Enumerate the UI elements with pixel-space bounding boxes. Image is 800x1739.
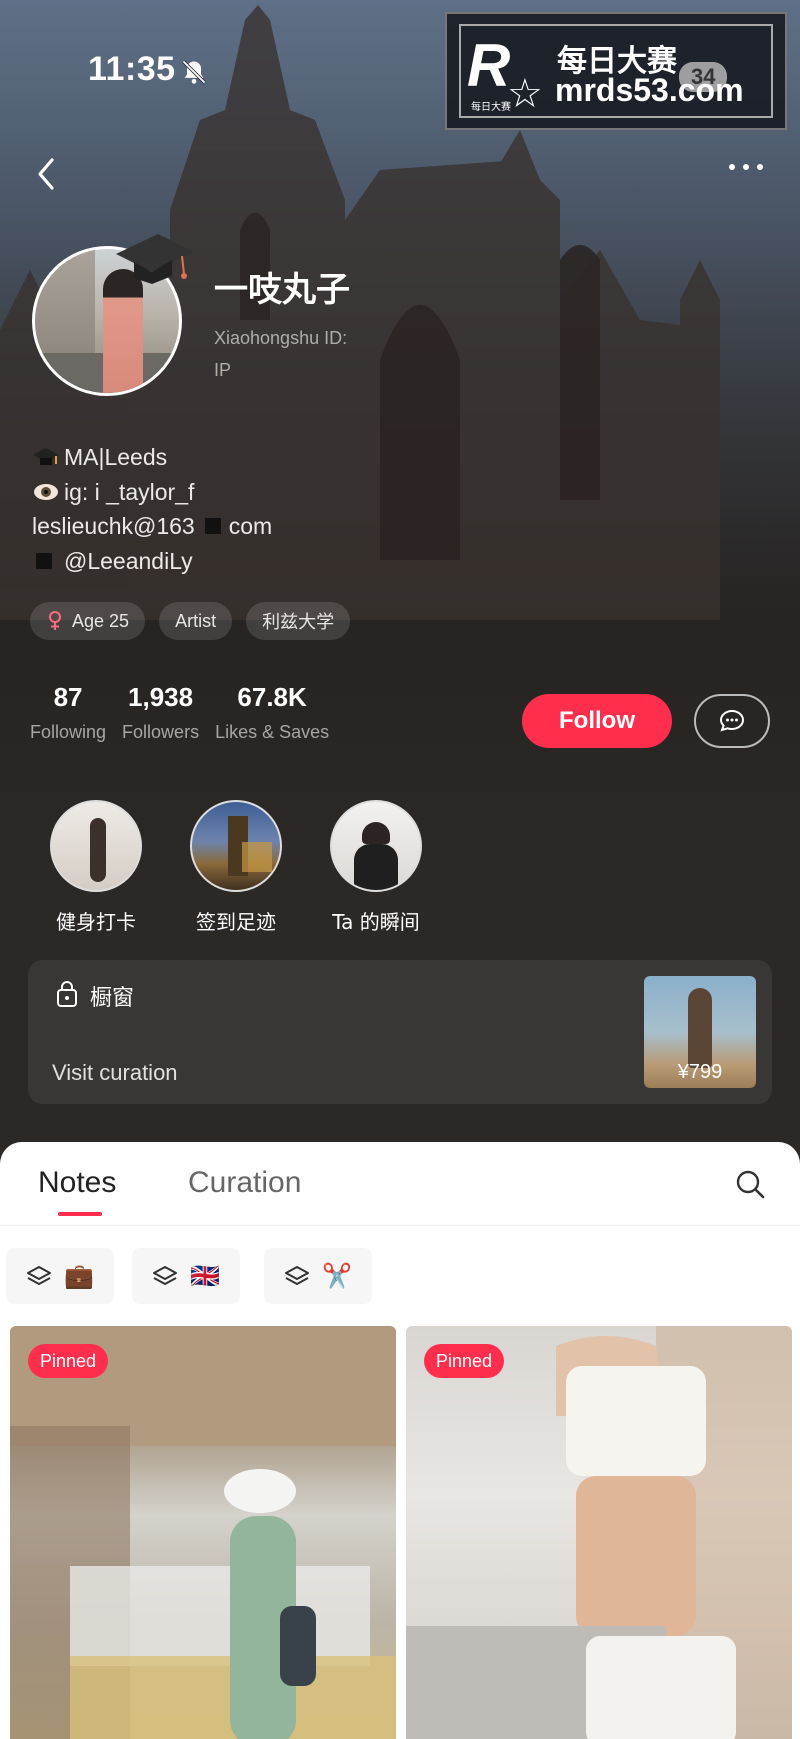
bio-line: MA|Leeds	[32, 440, 272, 475]
active-tab-indicator	[58, 1212, 102, 1216]
bio: MA|Leeds ig: i _taylor_f leslieuchk@163 …	[32, 440, 272, 578]
profile-tags: Age 25 Artist 利兹大学	[30, 602, 351, 640]
highlight-label: Ta 的瞬间	[332, 910, 420, 934]
chat-bubble-icon	[719, 709, 745, 732]
note-card[interactable]: Pinned	[406, 1326, 792, 1739]
stack-icon	[27, 1266, 51, 1285]
highlight-cover	[50, 800, 142, 892]
status-time: 11:35	[88, 50, 176, 88]
message-button[interactable]	[694, 694, 770, 748]
stat-label: Followers	[122, 722, 200, 742]
watermark-url: mrds53.com	[555, 72, 744, 108]
highlight-cover-figure	[90, 818, 106, 882]
back-arrow-icon[interactable]	[32, 154, 62, 194]
stack-icon	[285, 1266, 309, 1285]
bio-line: @LeeandiLy	[32, 544, 272, 579]
female-icon	[49, 611, 61, 630]
bio-line: leslieuchk@163 com	[32, 509, 272, 544]
watermark-logo: R	[467, 32, 511, 99]
scissors-icon: ✂️	[322, 1262, 352, 1290]
pinned-badge: Pinned	[424, 1344, 505, 1378]
bio-email-user: leslieuchk@163	[32, 513, 195, 539]
square-icon	[204, 518, 221, 535]
stat-likes-saves[interactable]: 67.8K Likes & Saves	[215, 680, 329, 743]
collection-chip[interactable]: 🇬🇧	[132, 1248, 240, 1304]
briefcase-icon: 💼	[64, 1262, 94, 1290]
content-tabs: Notes Curation	[0, 1142, 800, 1226]
bell-muted-icon	[182, 60, 206, 84]
search-icon[interactable]	[734, 1168, 766, 1200]
shop-title: 橱窗	[90, 986, 135, 1011]
highlight-label: 签到足迹	[196, 910, 276, 934]
avatar-photo-building	[35, 249, 95, 359]
story-highlights: 健身打卡 签到足迹 Ta 的瞬间	[26, 800, 446, 935]
bio-text: MA|Leeds	[64, 444, 168, 470]
highlight-item[interactable]: 签到足迹	[166, 800, 306, 935]
shop-product-thumbnail[interactable]: ¥799	[644, 976, 756, 1088]
stat-label: Likes & Saves	[215, 722, 330, 742]
more-options-icon[interactable]	[726, 160, 766, 174]
note-card[interactable]: Pinned	[10, 1326, 396, 1739]
stack-icon	[153, 1266, 177, 1285]
ip-location: IP	[214, 360, 232, 380]
tag-label: Age 25	[72, 610, 130, 631]
follow-button[interactable]: Follow	[522, 694, 672, 748]
stat-followers[interactable]: 1,938 Followers	[122, 680, 199, 743]
uk-flag-icon: 🇬🇧	[190, 1262, 220, 1290]
highlight-cover-hair	[362, 822, 390, 844]
visit-curation-link[interactable]: Visit curation	[52, 1060, 178, 1086]
watermark-logo-sub: 每日大赛	[471, 102, 511, 113]
eye-emoji-icon	[34, 483, 58, 500]
pinned-badge: Pinned	[28, 1344, 109, 1378]
tag-school[interactable]: 利兹大学	[246, 602, 351, 640]
notes-sheet: Notes Curation 💼 🇬🇧 ✂️ Pinned Pinned	[0, 1142, 800, 1739]
tag-profession: Artist	[159, 602, 233, 640]
stat-label: Following	[30, 722, 107, 742]
highlight-item[interactable]: Ta 的瞬间	[306, 800, 446, 935]
highlight-cover	[190, 800, 282, 892]
stat-value: 67.8K	[237, 682, 307, 712]
star-icon: ☆	[507, 72, 543, 116]
avatar-photo-figure	[103, 269, 143, 393]
highlight-cover-lights	[242, 842, 272, 872]
note-card-image	[406, 1326, 792, 1739]
tag-age: Age 25	[30, 602, 146, 640]
tab-notes[interactable]: Notes	[38, 1166, 116, 1200]
xiaohongshu-id[interactable]: Xiaohongshu ID:	[214, 328, 347, 349]
collection-chip[interactable]: 💼	[6, 1248, 114, 1304]
shop-product-figure	[688, 988, 712, 1068]
collections-row: 💼 🇬🇧 ✂️	[0, 1226, 800, 1326]
shop-window-card[interactable]: 橱窗 Visit curation ¥799	[28, 960, 772, 1104]
highlight-item[interactable]: 健身打卡	[26, 800, 166, 935]
tag-label: 利兹大学	[262, 612, 335, 632]
shopping-bag-icon	[57, 981, 77, 1007]
bio-line: ig: i _taylor_f	[32, 475, 272, 510]
note-card-image	[10, 1326, 396, 1739]
watermark-overlay: R ☆ 每日大赛 34 每日大赛 mrds53.com	[445, 12, 787, 130]
bio-email-domain: com	[228, 513, 273, 539]
stat-value: 1,938	[128, 682, 194, 712]
highlight-cover-body	[354, 844, 398, 890]
product-price: ¥799	[677, 1061, 723, 1083]
square-icon	[36, 552, 52, 569]
stat-following[interactable]: 87 Following	[30, 680, 106, 743]
bio-text: ig: i _taylor_f	[64, 478, 195, 505]
tab-curation[interactable]: Curation	[188, 1166, 301, 1200]
collection-chip[interactable]: ✂️	[264, 1248, 372, 1304]
bio-text: @LeeandiLy	[64, 547, 193, 574]
graduation-cap-icon	[116, 234, 194, 284]
stat-value: 87	[53, 682, 83, 712]
highlight-cover	[330, 800, 422, 892]
graduation-cap-icon	[33, 448, 59, 466]
profile-stats: 87 Following 1,938 Followers 67.8K Likes…	[30, 680, 345, 743]
tag-label: Artist	[175, 610, 217, 631]
highlight-label: 健身打卡	[56, 910, 136, 934]
username: 一吱丸子	[214, 270, 350, 310]
